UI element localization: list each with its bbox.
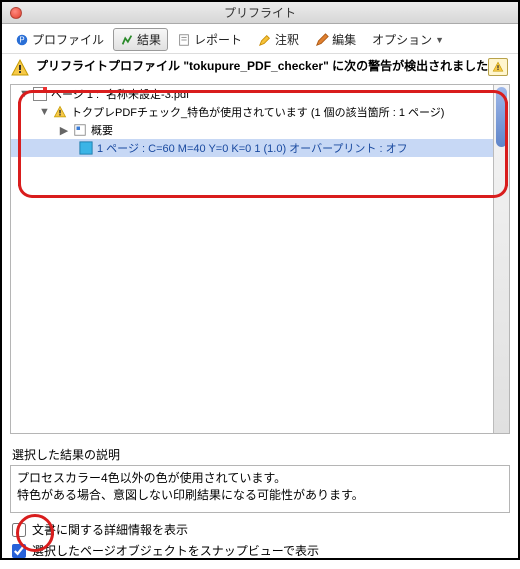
warning-icon-small <box>492 61 504 73</box>
tree-overview-label: 概要 <box>91 122 113 138</box>
titlebar: プリフライト <box>2 2 518 24</box>
check-doc-info-label: 文書に関する詳細情報を表示 <box>32 521 188 538</box>
tab-annotation[interactable]: 注釈 <box>251 28 306 51</box>
tab-edit-label: 編集 <box>332 31 356 48</box>
warning-icon <box>53 105 67 119</box>
tree-detail-label: 1 ページ : C=60 M=40 Y=0 K=0 1 (1.0) オーバープリ… <box>97 140 408 156</box>
report-icon <box>177 33 191 47</box>
warning-icon <box>10 58 30 78</box>
chevron-down-icon[interactable]: ▼ <box>39 106 49 118</box>
check-doc-info-box[interactable] <box>12 523 26 537</box>
chevron-down-icon: ▼ <box>435 35 444 45</box>
tab-report[interactable]: レポート <box>170 28 249 51</box>
tab-profile[interactable]: P プロファイル <box>8 28 111 51</box>
toolbar: P プロファイル 結果 レポート 注釈 編集 オプション ▼ <box>2 24 518 54</box>
scrollbar[interactable] <box>493 85 509 433</box>
tab-result[interactable]: 結果 <box>113 28 168 51</box>
chevron-right-icon[interactable]: ▶ <box>59 124 69 137</box>
check-snap-view[interactable]: 選択したページオブジェクトをスナップビューで表示 <box>12 542 508 559</box>
result-icon <box>120 33 134 47</box>
warning-filter-button[interactable] <box>488 58 508 76</box>
overview-icon <box>73 123 87 137</box>
tab-profile-label: プロファイル <box>32 31 104 48</box>
explain-line2: 特色がある場合、意図しない印刷結果になる可能性があります。 <box>17 487 503 504</box>
check-doc-info[interactable]: 文書に関する詳細情報を表示 <box>12 521 508 538</box>
results-tree: ▼ ページ 1 : "名称未設定-3.pdf" ▼ トクプレPDFチェック_特色… <box>10 84 510 434</box>
tab-annotation-label: 注釈 <box>275 31 299 48</box>
window-title: プリフライト <box>2 4 518 21</box>
explain-label: 選択した結果の説明 <box>2 440 518 465</box>
scroll-thumb[interactable] <box>496 87 507 147</box>
summary-row: プリフライトプロファイル "tokupure_PDF_checker" に次の警… <box>2 54 518 84</box>
tree-overview-node[interactable]: ▶ 概要 <box>11 121 509 139</box>
tab-edit[interactable]: 編集 <box>308 28 363 51</box>
tree-detail-node[interactable]: 1 ページ : C=60 M=40 Y=0 K=0 1 (1.0) オーバープリ… <box>11 139 509 157</box>
profile-icon: P <box>15 33 29 47</box>
tab-result-label: 結果 <box>137 31 161 48</box>
tree-warning-node[interactable]: ▼ トクプレPDFチェック_特色が使用されています (1 個の該当箇所 : 1 … <box>11 103 509 121</box>
tab-option[interactable]: オプション ▼ <box>365 28 451 51</box>
chevron-down-icon[interactable]: ▼ <box>19 88 29 100</box>
summary-text: プリフライトプロファイル "tokupure_PDF_checker" に次の警… <box>36 58 495 74</box>
check-snap-view-label: 選択したページオブジェクトをスナップビューで表示 <box>32 542 319 559</box>
edit-icon <box>315 33 329 47</box>
color-patch-icon <box>79 141 93 155</box>
tree-warning-label: トクプレPDFチェック_特色が使用されています (1 個の該当箇所 : 1 ペー… <box>71 104 444 120</box>
tab-report-label: レポート <box>194 31 242 48</box>
explain-line1: プロセスカラー4色以外の色が使用されています。 <box>17 470 503 487</box>
tree-page-node[interactable]: ▼ ページ 1 : "名称未設定-3.pdf" <box>11 85 509 103</box>
checks-panel: 文書に関する詳細情報を表示 選択したページオブジェクトをスナップビューで表示 <box>2 513 518 569</box>
annotation-icon <box>258 33 272 47</box>
svg-text:P: P <box>19 35 24 44</box>
check-snap-view-box[interactable] <box>12 544 26 558</box>
tree-page-label: ページ 1 : "名称未設定-3.pdf" <box>51 86 193 102</box>
page-icon <box>33 87 47 101</box>
tab-option-label: オプション <box>372 31 432 48</box>
explain-box: プロセスカラー4色以外の色が使用されています。 特色がある場合、意図しない印刷結… <box>10 465 510 513</box>
